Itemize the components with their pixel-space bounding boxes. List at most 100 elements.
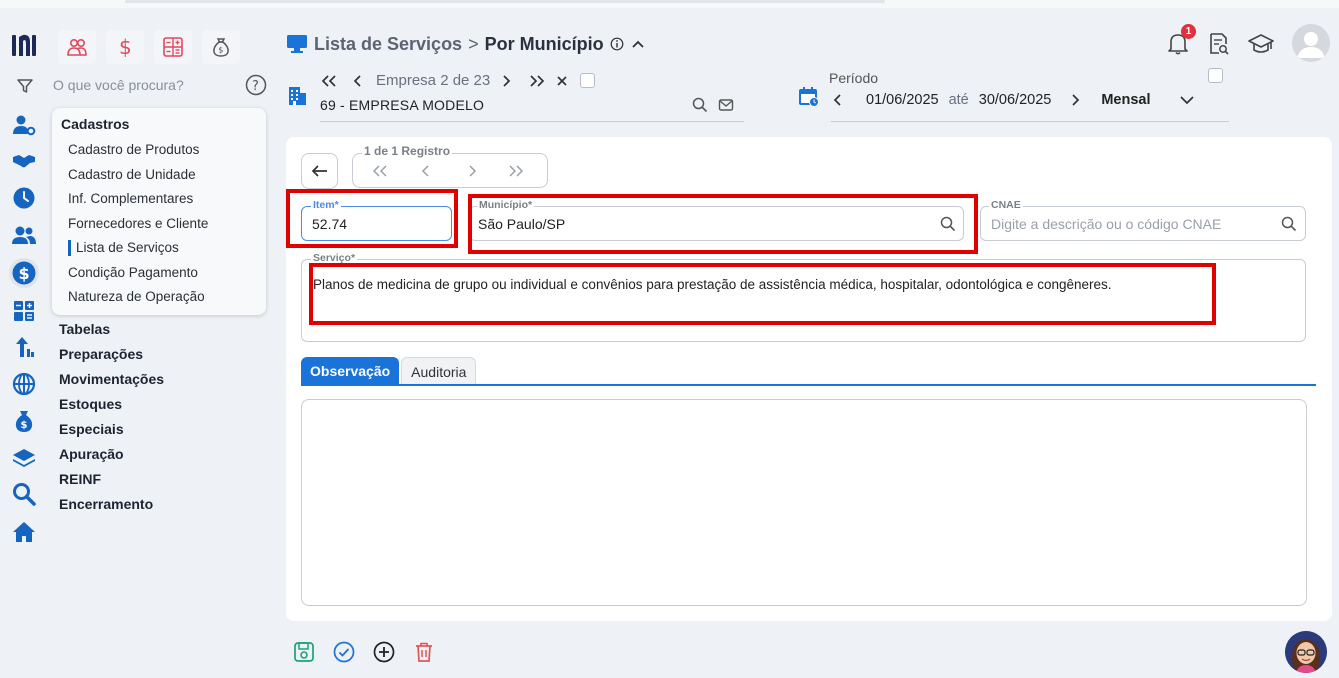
calculator-icon[interactable] [11, 298, 37, 324]
prev-record-icon[interactable] [421, 165, 431, 177]
first-record-icon[interactable] [372, 165, 388, 177]
next-empresa-icon[interactable] [500, 74, 512, 88]
assistant-avatar[interactable] [1285, 631, 1327, 673]
help-icon[interactable]: ? [245, 74, 267, 96]
submenu-item-condicao-pagamento[interactable]: Condição Pagamento [68, 265, 198, 280]
next-record-icon[interactable] [467, 165, 477, 177]
money-bag-module-icon[interactable]: $ [202, 30, 240, 64]
svg-text:$: $ [218, 46, 223, 55]
submenu-item-natureza-operacao[interactable]: Natureza de Operação [68, 289, 205, 304]
prev-empresa-icon[interactable] [352, 74, 364, 88]
record-counter: 1 de 1 Registro [362, 144, 453, 158]
municipio-highlight [468, 194, 978, 254]
mail-icon[interactable] [718, 97, 734, 113]
menu-apuracao[interactable]: Apuração [59, 446, 124, 462]
user-avatar[interactable] [1292, 24, 1330, 62]
cnae-input[interactable]: Digite a descrição ou o código CNAE [991, 216, 1221, 232]
menu-tabelas[interactable]: Tabelas [59, 321, 110, 337]
last-empresa-icon[interactable] [528, 74, 546, 88]
tab-bar: Observação Auditoria [301, 357, 477, 385]
menu-especiais[interactable]: Especiais [59, 421, 124, 437]
item-highlight [286, 189, 458, 248]
filter-icon[interactable] [16, 77, 34, 95]
menu-estoques[interactable]: Estoques [59, 396, 122, 412]
periodo-connector: até [948, 92, 969, 108]
breadcrumb-separator: > [468, 33, 479, 54]
home-icon[interactable] [11, 519, 37, 545]
observacao-textarea[interactable] [301, 399, 1307, 606]
last-record-icon[interactable] [508, 165, 524, 177]
menu-search[interactable]: O que você procura? ? [12, 74, 270, 98]
submenu-item-lista-servicos[interactable]: Lista de Serviços [76, 240, 179, 255]
periodo-underline [831, 121, 1229, 122]
periodo-label: Período [829, 70, 879, 86]
menu-movimentacoes[interactable]: Movimentações [59, 371, 164, 387]
periodo-start[interactable]: 01/06/2025 [866, 92, 939, 108]
periodo-mode-select[interactable]: Mensal [1101, 92, 1150, 108]
empresa-search-icon[interactable] [692, 97, 708, 113]
submenu-title: Cadastros [61, 116, 130, 132]
clock-icon[interactable] [11, 185, 37, 211]
calculator-module-icon[interactable] [154, 30, 192, 64]
layers-icon[interactable] [11, 445, 37, 471]
network-icon[interactable] [11, 371, 37, 397]
submenu-item-fornecedores-cliente[interactable]: Fornecedores e Cliente [68, 216, 208, 231]
page-title: Por Município [484, 33, 604, 54]
svg-text:$: $ [19, 264, 30, 283]
back-button[interactable] [301, 153, 338, 189]
add-icon[interactable] [372, 640, 396, 664]
cnae-search-icon[interactable] [1281, 216, 1297, 232]
chevron-down-icon[interactable] [1179, 93, 1195, 107]
breadcrumb-parent[interactable]: Lista de Serviços [314, 34, 462, 55]
empresa-checkbox[interactable] [580, 73, 596, 88]
record-navigator [352, 153, 548, 188]
submenu-item-cadastro-unidade[interactable]: Cadastro de Unidade [68, 167, 196, 182]
action-bar [292, 640, 436, 664]
menu-reinf[interactable]: REINF [59, 471, 101, 487]
breadcrumb: Lista de Serviços > Por Município [286, 32, 646, 56]
app-logo[interactable] [11, 32, 39, 58]
cadastros-submenu: Cadastros Cadastro de Produtos Cadastro … [52, 108, 266, 315]
magnifier-icon[interactable] [11, 481, 37, 507]
menu-search-input[interactable]: O que você procura? [53, 77, 184, 93]
cnae-label: CNAE [989, 199, 1023, 211]
periodo-end[interactable]: 30/06/2025 [979, 92, 1052, 108]
tab-auditoria[interactable]: Auditoria [401, 357, 477, 385]
document-search-icon[interactable] [1208, 32, 1230, 56]
finance-icon-active[interactable]: $ [9, 258, 39, 288]
active-item-marker [68, 240, 71, 256]
prev-periodo-icon[interactable] [832, 93, 844, 107]
save-icon[interactable] [292, 640, 316, 664]
submenu-item-cadastro-produtos[interactable]: Cadastro de Produtos [68, 142, 199, 157]
tab-observacao[interactable]: Observação [301, 357, 400, 385]
group-icon[interactable] [11, 222, 37, 248]
empresa-name: 69 - EMPRESA MODELO [320, 97, 485, 113]
menu-preparacoes[interactable]: Preparações [59, 346, 143, 362]
empresa-underline [320, 121, 744, 122]
upload-chart-icon[interactable] [11, 334, 37, 360]
browser-top-strip [0, 0, 1339, 8]
submenu-item-inf-complementares[interactable]: Inf. Complementares [68, 191, 193, 206]
people-module-icon[interactable] [58, 30, 96, 64]
info-icon[interactable] [610, 37, 624, 51]
close-icon[interactable] [556, 75, 568, 87]
graduation-cap-icon[interactable] [1248, 32, 1274, 56]
calendar-icon [798, 86, 820, 108]
servico-highlight [309, 263, 1216, 325]
handshake-icon[interactable] [11, 148, 37, 174]
first-empresa-icon[interactable] [320, 74, 338, 88]
periodo-checkbox[interactable] [1208, 68, 1223, 83]
confirm-icon[interactable] [332, 640, 356, 664]
tab-underline [301, 384, 1316, 386]
svg-text:?: ? [252, 79, 259, 94]
delete-icon[interactable] [412, 640, 436, 664]
chevron-up-icon[interactable] [630, 36, 646, 52]
user-settings-icon[interactable] [11, 112, 37, 138]
menu-encerramento[interactable]: Encerramento [59, 496, 153, 512]
periodo-row: 01/06/2025 até 30/06/2025 Mensal [832, 92, 1195, 108]
next-periodo-icon[interactable] [1069, 93, 1081, 107]
module-icon-bar: $ $ [58, 30, 240, 64]
money-bag-icon[interactable]: $ [11, 408, 37, 434]
dollar-module-icon[interactable]: $ [106, 30, 144, 64]
empresa-counter: Empresa 2 de 23 [376, 72, 491, 89]
